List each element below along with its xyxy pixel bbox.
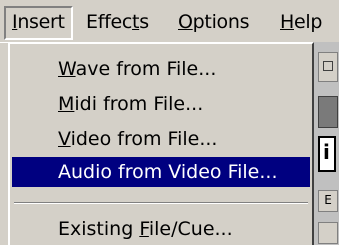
toolbar-button[interactable] (318, 222, 338, 244)
mnemonic-letter: O (178, 11, 193, 33)
info-button[interactable]: i (318, 136, 336, 172)
menu-item-existing-file-cue[interactable]: Existing File/Cue... (12, 214, 310, 244)
mnemonic-letter: H (280, 11, 294, 33)
mnemonic-letter: M (58, 93, 75, 115)
info-icon: i (323, 140, 330, 164)
menu-item-midi-from-file[interactable]: Midi from File... (12, 89, 310, 119)
menu-item-audio-from-video-file[interactable]: Audio from Video File... (12, 157, 310, 187)
menu-effects[interactable]: Effects (80, 6, 155, 40)
menu-item-video-from-file[interactable]: Video from File... (12, 124, 310, 154)
menu-help[interactable]: Help (274, 6, 328, 40)
mnemonic-letter: W (58, 58, 76, 80)
menu-item-wave-from-file[interactable]: Wave from File... (12, 54, 310, 84)
menu-separator (14, 202, 308, 204)
insert-dropdown-menu: Wave from File... Midi from File... Vide… (8, 42, 314, 245)
mnemonic-letter: V (58, 128, 71, 150)
toolbar-button[interactable] (318, 96, 338, 128)
menu-options[interactable]: Options (172, 6, 255, 40)
menu-bar: Insert Effects Options Help (0, 0, 339, 43)
toolbar-button[interactable] (318, 52, 338, 82)
menu-label: Audio from Video File... (58, 161, 278, 183)
toolbar-button[interactable]: E (318, 190, 338, 212)
mnemonic-letter: F (139, 218, 149, 240)
menu-insert[interactable]: Insert (4, 6, 73, 40)
